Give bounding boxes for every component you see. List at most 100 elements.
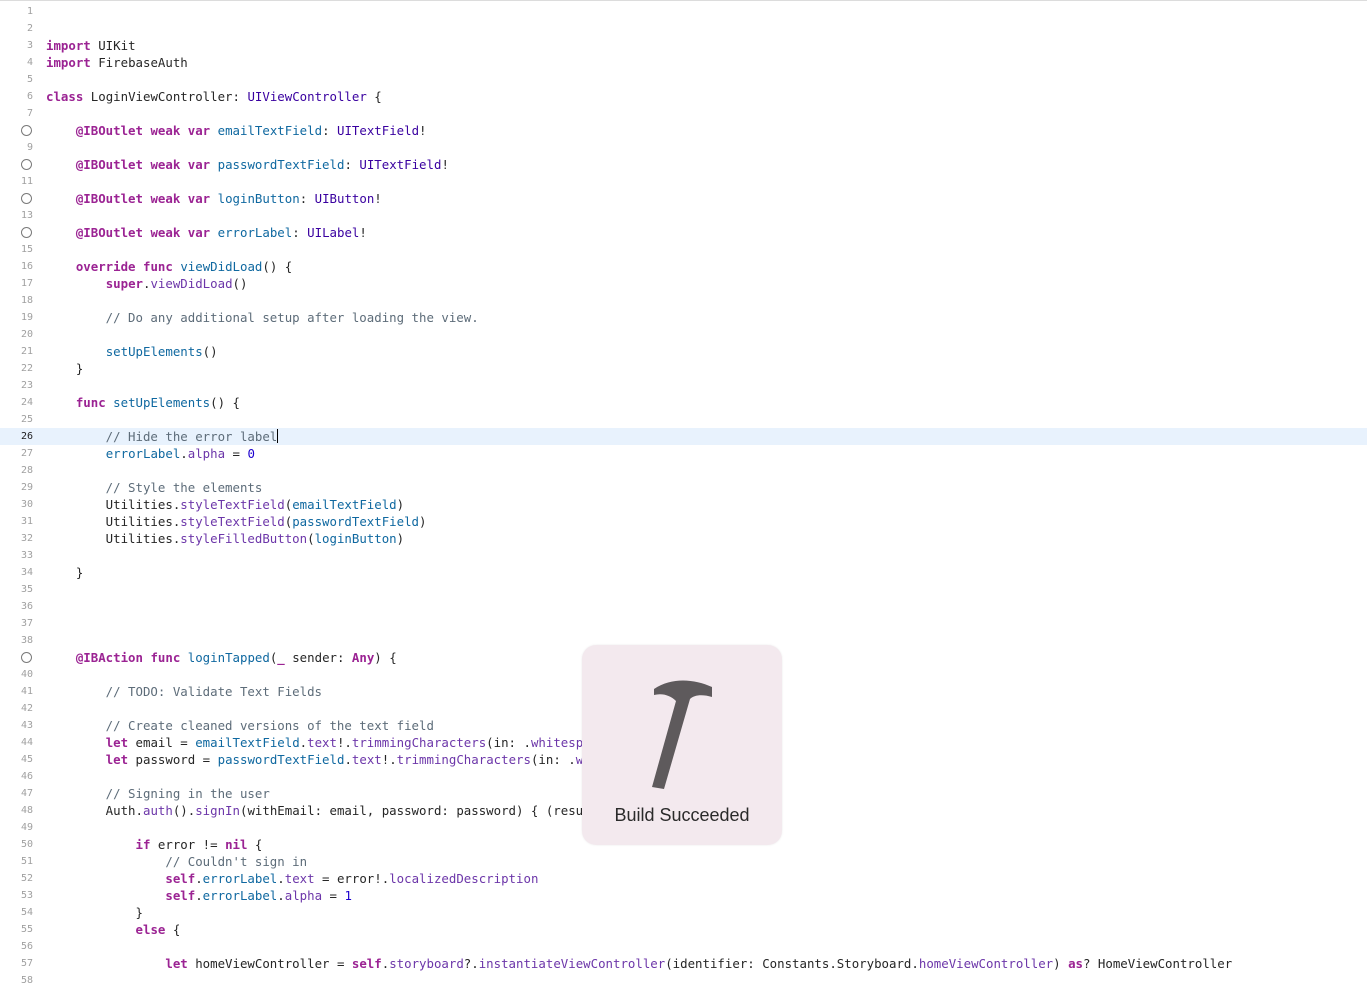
line-number[interactable]: 30 [0,496,33,513]
line-number[interactable]: 42 [0,700,33,717]
code-line[interactable]: @IBOutlet weak var emailTextField: UITex… [0,122,1367,139]
line-number[interactable]: 43 [0,717,33,734]
code-text[interactable]: import UIKit [46,37,136,54]
code-text[interactable]: Utilities.styleTextField(passwordTextFie… [46,513,427,530]
code-line[interactable]: 52 self.errorLabel.text = error!.localiz… [0,870,1367,887]
code-line[interactable]: 1 [0,3,1367,20]
line-number[interactable]: 45 [0,751,33,768]
line-number[interactable]: 47 [0,785,33,802]
code-line[interactable]: 32 Utilities.styleFilledButton(loginButt… [0,530,1367,547]
code-text[interactable]: // TODO: Validate Text Fields [46,683,322,700]
code-text[interactable]: class LoginViewController: UIViewControl… [46,88,382,105]
line-number[interactable]: 27 [0,445,33,462]
code-text[interactable]: // Create cleaned versions of the text f… [46,717,434,734]
code-line[interactable]: 5 [0,71,1367,88]
line-number[interactable]: 33 [0,547,33,564]
line-number[interactable]: 16 [0,258,33,275]
line-number[interactable]: 5 [0,71,33,88]
code-text[interactable]: override func viewDidLoad() { [46,258,292,275]
code-text[interactable]: // Do any additional setup after loading… [46,309,479,326]
line-number[interactable]: 48 [0,802,33,819]
line-number[interactable]: 53 [0,887,33,904]
code-line[interactable]: 56 [0,938,1367,955]
code-text[interactable]: Utilities.styleFilledButton(loginButton) [46,530,404,547]
code-line[interactable]: 4 import FirebaseAuth [0,54,1367,71]
outlet-connection-icon[interactable] [21,159,32,170]
code-line[interactable]: 18 [0,292,1367,309]
code-line[interactable]: 35 [0,581,1367,598]
line-number[interactable]: 18 [0,292,33,309]
code-text[interactable]: @IBOutlet weak var errorLabel: UILabel! [46,224,367,241]
code-text[interactable]: self.errorLabel.alpha = 1 [46,887,352,904]
code-line[interactable]: 27 errorLabel.alpha = 0 [0,445,1367,462]
line-number[interactable]: 36 [0,598,33,615]
code-line[interactable]: 58 [0,972,1367,989]
code-text[interactable]: import FirebaseAuth [46,54,188,71]
code-line[interactable]: 54 } [0,904,1367,921]
code-line[interactable]: 19 // Do any additional setup after load… [0,309,1367,326]
code-text[interactable]: setUpElements() [46,343,218,360]
line-number[interactable]: 22 [0,360,33,377]
code-text[interactable]: // Couldn't sign in [46,853,307,870]
code-line[interactable]: 53 self.errorLabel.alpha = 1 [0,887,1367,904]
line-number[interactable]: 26 [0,428,33,445]
line-number[interactable]: 7 [0,105,33,122]
code-line[interactable]: 16 override func viewDidLoad() { [0,258,1367,275]
code-text[interactable]: // Hide the error label [46,428,279,445]
code-text[interactable]: func setUpElements() { [46,394,240,411]
code-line[interactable]: 25 [0,411,1367,428]
code-line[interactable]: 7 [0,105,1367,122]
code-line[interactable]: 6 class LoginViewController: UIViewContro… [0,88,1367,105]
code-line[interactable]: 11 [0,173,1367,190]
code-line[interactable]: 34 } [0,564,1367,581]
line-number[interactable]: 25 [0,411,33,428]
code-text[interactable]: @IBOutlet weak var loginButton: UIButton… [46,190,382,207]
code-line[interactable]: 22 } [0,360,1367,377]
line-number[interactable]: 19 [0,309,33,326]
line-number[interactable]: 54 [0,904,33,921]
line-number[interactable]: 20 [0,326,33,343]
code-line[interactable]: 28 [0,462,1367,479]
code-line[interactable]: @IBOutlet weak var loginButton: UIButton… [0,190,1367,207]
code-text[interactable]: } [46,360,83,377]
line-number[interactable]: 55 [0,921,33,938]
line-number[interactable]: 50 [0,836,33,853]
line-number[interactable]: 35 [0,581,33,598]
line-number[interactable]: 4 [0,54,33,71]
line-number[interactable]: 41 [0,683,33,700]
code-line[interactable]: 29 // Style the elements [0,479,1367,496]
code-line[interactable]: 3 import UIKit [0,37,1367,54]
line-number[interactable]: 13 [0,207,33,224]
code-line[interactable]: 23 [0,377,1367,394]
code-text[interactable]: let password = passwordTextField.text!.t… [46,751,591,768]
line-number[interactable]: 58 [0,972,33,989]
line-number[interactable]: 56 [0,938,33,955]
line-number[interactable]: 11 [0,173,33,190]
line-number[interactable]: 32 [0,530,33,547]
line-number[interactable]: 23 [0,377,33,394]
code-line[interactable]: 9 [0,139,1367,156]
line-number[interactable]: 1 [0,3,33,20]
code-line[interactable]: 57 let homeViewController = self.storybo… [0,955,1367,972]
line-number[interactable]: 28 [0,462,33,479]
code-text[interactable]: self.errorLabel.text = error!.localizedD… [46,870,538,887]
code-line[interactable]: 17 super.viewDidLoad() [0,275,1367,292]
line-number[interactable]: 31 [0,513,33,530]
code-line[interactable]: 2 [0,20,1367,37]
code-text[interactable]: let homeViewController = self.storyboard… [46,955,1232,972]
line-number[interactable]: 46 [0,768,33,785]
line-number[interactable]: 3 [0,37,33,54]
code-text[interactable]: @IBOutlet weak var passwordTextField: UI… [46,156,449,173]
line-number[interactable]: 40 [0,666,33,683]
code-line[interactable]: 55 else { [0,921,1367,938]
code-line[interactable]: 33 [0,547,1367,564]
line-number[interactable]: 21 [0,343,33,360]
code-line[interactable]: 36 [0,598,1367,615]
code-line[interactable]: 13 [0,207,1367,224]
code-text[interactable]: errorLabel.alpha = 0 [46,445,255,462]
code-line[interactable]: 20 [0,326,1367,343]
code-line[interactable]: 51 // Couldn't sign in [0,853,1367,870]
code-line[interactable]: 24 func setUpElements() { [0,394,1367,411]
code-line[interactable]: 30 Utilities.styleTextField(emailTextFie… [0,496,1367,513]
line-number[interactable]: 57 [0,955,33,972]
